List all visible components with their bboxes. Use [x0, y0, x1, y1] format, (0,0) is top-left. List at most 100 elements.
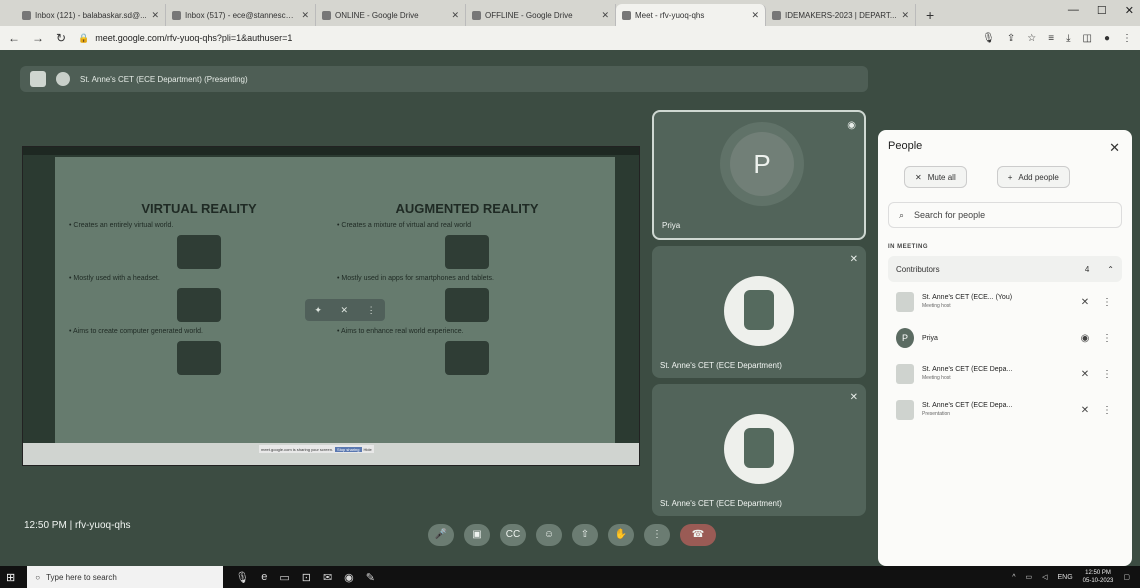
tab-gmail-2[interactable]: Inbox (517) - ece@stannescet... ✕ — [166, 4, 316, 26]
gmail-icon — [172, 10, 181, 20]
vr-bullet: Mostly used with a headset. — [69, 275, 329, 282]
list-item[interactable]: St. Anne's CET (ECE... (You) Meeting host… — [888, 286, 1122, 318]
network-icon[interactable]: ▭ — [1025, 573, 1032, 581]
close-tab-icon[interactable]: ✕ — [301, 10, 309, 21]
contributors-section-toggle[interactable]: Contributors 4 ⌃ — [888, 256, 1122, 282]
tray-chevron-icon[interactable]: ^ — [1012, 574, 1015, 581]
download-icon[interactable]: ⤓ — [1066, 33, 1070, 44]
hide-notice-button[interactable]: Hide — [364, 447, 372, 452]
minimize-icon[interactable]: — — [1068, 4, 1079, 17]
participant-tile-ece[interactable]: ✕ St. Anne's CET (ECE Department) — [652, 246, 866, 378]
windows-taskbar: ⊞ ○ Type here to search 🎙 e ▭ ⊡ ✉ ◉ ✎ ^ ▭… — [0, 566, 1140, 588]
shared-screen: VIRTUAL REALITY Creates an entirely virt… — [22, 146, 640, 466]
pin-icon[interactable]: ✦ — [314, 305, 322, 316]
more-options-icon[interactable]: ⋮ — [1100, 333, 1114, 344]
browser-tab-bar: Inbox (121) - balabaskar.sd@... ✕ Inbox (… — [0, 0, 1140, 26]
close-icon[interactable]: ✕ — [1109, 140, 1120, 156]
more-options-icon[interactable]: ⋮ — [367, 305, 376, 316]
menu-dots-icon[interactable]: ⋮ — [1122, 33, 1132, 44]
taskbar-search-input[interactable]: ○ Type here to search — [27, 566, 224, 588]
new-tab-button[interactable]: + — [916, 4, 944, 26]
forward-icon[interactable]: → — [32, 31, 44, 45]
volume-icon[interactable]: ◁ — [1042, 573, 1047, 581]
profile-avatar[interactable]: ● — [1104, 33, 1110, 44]
address-bar-row: ← → ↻ 🔒 meet.google.com/rfv-yuoq-qhs?pli=… — [0, 26, 1140, 50]
close-window-icon[interactable]: ✕ — [1125, 4, 1134, 17]
mail-icon[interactable]: ✉ — [323, 571, 332, 584]
more-options-icon[interactable]: ⋮ — [1100, 297, 1114, 308]
avatar — [896, 364, 914, 384]
mic-icon[interactable]: 🎙 — [982, 33, 995, 44]
panel-actions: ✕ Mute all + Add people — [904, 166, 1122, 188]
ar-bullet: Mostly used in apps for smartphones and … — [337, 275, 597, 282]
meet-icon — [622, 10, 631, 20]
camera-toggle-icon[interactable]: ▣ — [464, 524, 490, 546]
reading-list-icon[interactable]: ≡ — [1048, 33, 1054, 44]
present-icon[interactable]: ⇧ — [572, 524, 598, 546]
stop-sharing-button[interactable]: Stop sharing — [335, 446, 362, 452]
share-icon[interactable]: ⇪ — [1007, 33, 1015, 44]
meeting-controls: 🎤 ▣ CC ☺ ⇧ ✋ ⋮ ☎ — [428, 524, 716, 546]
edge-icon[interactable]: e — [261, 571, 267, 583]
participant-name: St. Anne's CET (ECE Department) — [660, 361, 782, 370]
present-screen-icon[interactable] — [30, 71, 46, 87]
gmail-icon — [22, 10, 31, 20]
browser-toolbar: 🎙 ⇪ ☆ ≡ ⤓ ◫ ● ⋮ — [982, 33, 1132, 44]
in-meeting-heading: IN MEETING — [888, 244, 929, 250]
close-tab-icon[interactable]: ✕ — [451, 10, 459, 21]
participant-name: St. Anne's CET (ECE Department) — [660, 499, 782, 508]
tab-drive-online[interactable]: ONLINE - Google Drive ✕ — [316, 4, 466, 26]
close-tab-icon[interactable]: ✕ — [601, 10, 609, 21]
mic-toggle-icon[interactable]: 🎤 — [428, 524, 454, 546]
add-people-button[interactable]: + Add people — [996, 166, 1070, 188]
tab-idemakers[interactable]: IDEMAKERS-2023 | DEPART... ✕ — [766, 4, 916, 26]
end-call-button[interactable]: ☎ — [680, 524, 716, 546]
close-tab-icon[interactable]: ✕ — [151, 10, 159, 21]
store-icon[interactable]: ⊡ — [302, 571, 311, 584]
close-tab-icon[interactable]: ✕ — [901, 10, 909, 21]
mute-all-button[interactable]: ✕ Mute all — [904, 166, 967, 188]
tab-gmail-1[interactable]: Inbox (121) - balabaskar.sd@... ✕ — [16, 4, 166, 26]
people-search-input[interactable]: ⌕ Search for people — [888, 202, 1122, 228]
reload-icon[interactable]: ↻ — [56, 31, 66, 45]
more-options-icon[interactable]: ⋮ — [644, 524, 670, 546]
presenting-label: St. Anne's CET (ECE Department) (Present… — [80, 74, 248, 84]
taskbar-clock[interactable]: 12:50 PM 05-10-2023 — [1083, 569, 1114, 585]
more-options-icon[interactable]: ⋮ — [1100, 405, 1114, 416]
emoji-reaction-icon[interactable]: ☺ — [536, 524, 562, 546]
chrome-icon[interactable]: ◉ — [344, 571, 354, 584]
avatar — [896, 292, 914, 312]
language-indicator[interactable]: ENG — [1058, 574, 1073, 581]
url-field[interactable]: 🔒 meet.google.com/rfv-yuoq-qhs?pli=1&auth… — [78, 29, 970, 47]
list-item[interactable]: P Priya ◉ ⋮ — [888, 322, 1122, 354]
back-icon[interactable]: ← — [8, 31, 20, 45]
speaking-indicator-icon: ◉ — [847, 120, 856, 131]
tab-meet[interactable]: Meet - rfv-yuoq-qhs ✕ — [616, 4, 766, 26]
app-icon[interactable]: ✎ — [366, 571, 375, 584]
chevron-up-icon: ⌃ — [1107, 264, 1114, 274]
mic-off-icon: ✕ — [915, 172, 922, 182]
list-item[interactable]: St. Anne's CET (ECE Depa... Meeting host … — [888, 358, 1122, 390]
windows-start-icon[interactable]: ⊞ — [6, 571, 15, 584]
lock-icon: 🔒 — [78, 32, 90, 43]
file-explorer-icon[interactable]: ▭ — [279, 571, 289, 584]
more-options-icon[interactable]: ⋮ — [1100, 369, 1114, 380]
tablet-illustration — [445, 288, 489, 322]
tab-drive-offline[interactable]: OFFLINE - Google Drive ✕ — [466, 4, 616, 26]
split-view-icon[interactable]: ◫ — [1083, 33, 1092, 44]
bookmark-star-icon[interactable]: ☆ — [1027, 33, 1036, 44]
list-item[interactable]: St. Anne's CET (ECE Depa... Presentation … — [888, 394, 1122, 426]
participant-tile-ece[interactable]: ✕ St. Anne's CET (ECE Department) — [652, 384, 866, 516]
notifications-icon[interactable]: ▢ — [1123, 573, 1130, 581]
captions-icon[interactable]: CC — [500, 524, 526, 546]
vr-column: VIRTUAL REALITY Creates an entirely virt… — [69, 157, 329, 375]
mic-icon[interactable]: 🎙 — [235, 571, 249, 584]
close-tab-icon[interactable]: ✕ — [751, 10, 759, 21]
mute-presentation-icon[interactable]: ✕ — [340, 305, 348, 316]
window-controls: — ☐ ✕ — [1068, 4, 1134, 17]
participant-tile-priya[interactable]: P ◉ Priya — [652, 110, 866, 240]
mic-off-icon: ✕ — [1080, 296, 1090, 308]
participant-name: Priya — [662, 221, 681, 230]
raise-hand-icon[interactable]: ✋ — [608, 524, 634, 546]
maximize-icon[interactable]: ☐ — [1097, 4, 1107, 17]
